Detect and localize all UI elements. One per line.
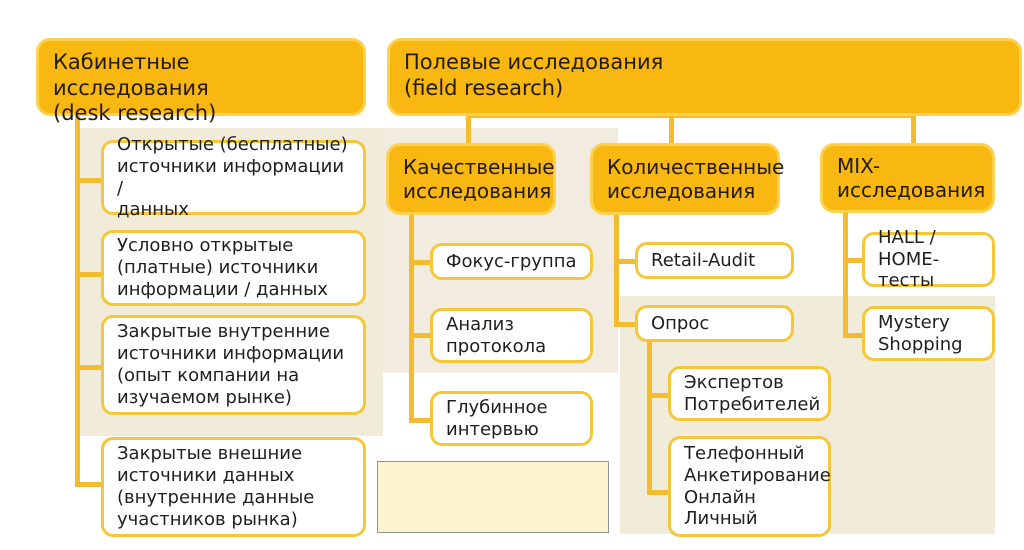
- desk-item-closed-external-sources[interactable]: Закрытые внешние источники данных (внутр…: [101, 437, 366, 537]
- quantitative-item-survey[interactable]: Опрос: [635, 305, 794, 342]
- desk-item-closed-external-sources-label: Закрытые внешние источники данных (внутр…: [117, 443, 315, 530]
- quantitative-item-retail-audit[interactable]: Retail-Audit: [635, 242, 794, 279]
- qualitative-item-protocol-analysis-label: Анализ протокола: [446, 313, 547, 357]
- connector-field-to-mix: [911, 113, 916, 143]
- header-field-research[interactable]: Полевые исследования (field research): [387, 38, 1022, 116]
- survey-sub-item-experts-consumers[interactable]: Экспертов Потребителей: [668, 366, 831, 421]
- quantitative-item-retail-audit-label: Retail-Audit: [651, 249, 756, 271]
- desk-item-open-sources[interactable]: Открытые (бесплатные) источники информац…: [101, 134, 366, 220]
- qualitative-item-in-depth-interview-label: Глубинное интервью: [446, 396, 548, 440]
- mix-item-hall-home-tests[interactable]: HALL / HOME- тесты: [862, 227, 995, 291]
- desk-item-conditionally-open-sources-label: Условно открытые (платные) источники инф…: [117, 235, 328, 300]
- diagram-canvas: Кабинетные исследования (desk research) …: [0, 0, 1024, 550]
- header-qualitative-research[interactable]: Качественные исследования: [386, 143, 556, 215]
- connector-mix-trunk: [843, 213, 848, 338]
- header-quantitative-research-label: Количественные исследования: [607, 154, 785, 203]
- header-field-research-label: Полевые исследования (field research): [404, 50, 664, 100]
- header-qualitative-research-label: Качественные исследования: [403, 154, 555, 203]
- survey-sub-item-methods-label: Телефонный Анкетирование Онлайн Личный: [684, 442, 831, 530]
- connector-opros-trunk: [647, 340, 652, 495]
- mix-item-mystery-shopping[interactable]: Mystery Shopping: [862, 306, 995, 361]
- header-mix-research-label: MIX- исследования: [837, 153, 986, 202]
- survey-sub-item-methods[interactable]: Телефонный Анкетирование Онлайн Личный: [668, 436, 831, 537]
- desk-item-conditionally-open-sources[interactable]: Условно открытые (платные) источники инф…: [101, 230, 366, 306]
- connector-desk-trunk: [75, 113, 80, 485]
- mix-item-hall-home-tests-label: HALL / HOME- тесты: [878, 226, 940, 292]
- header-desk-research-label: Кабинетные исследования (desk research): [53, 50, 217, 126]
- header-quantitative-research[interactable]: Количественные исследования: [590, 143, 785, 215]
- qualitative-item-focus-group[interactable]: Фокус-группа: [430, 243, 593, 280]
- qualitative-item-protocol-analysis[interactable]: Анализ протокола: [430, 308, 593, 363]
- qualitative-item-focus-group-label: Фокус-группа: [446, 250, 577, 272]
- connector-qualitative-trunk: [409, 215, 414, 423]
- connector-field-to-quantitative: [669, 113, 674, 143]
- qualitative-item-in-depth-interview[interactable]: Глубинное интервью: [430, 391, 593, 446]
- survey-sub-item-experts-consumers-label: Экспертов Потребителей: [684, 371, 821, 415]
- desk-item-closed-internal-sources[interactable]: Закрытые внутренние источники информации…: [101, 315, 366, 415]
- connector-quantitative-trunk: [614, 215, 619, 327]
- quantitative-item-survey-label: Опрос: [651, 312, 710, 334]
- header-mix-research[interactable]: MIX- исследования: [820, 143, 995, 213]
- desk-item-open-sources-label: Открытые (бесплатные) источники информац…: [117, 133, 348, 221]
- mix-item-mystery-shopping-label: Mystery Shopping: [878, 311, 963, 355]
- desk-item-closed-internal-sources-label: Закрытые внутренние источники информации…: [117, 321, 345, 408]
- empty-placeholder-box[interactable]: [377, 461, 609, 533]
- header-desk-research[interactable]: Кабинетные исследования (desk research): [36, 38, 366, 125]
- connector-field-to-qualitative: [466, 113, 471, 143]
